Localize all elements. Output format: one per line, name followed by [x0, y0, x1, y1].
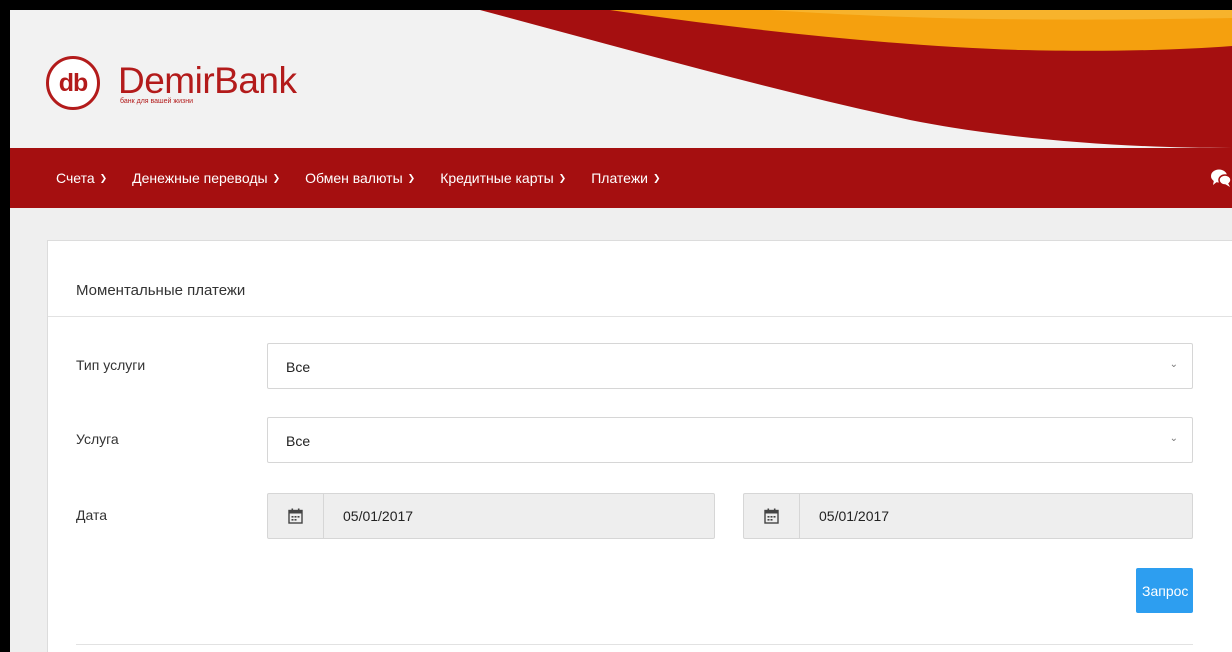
date-to-value: 05/01/2017 — [819, 508, 890, 524]
logo-tagline: банк для вашей жизни — [120, 97, 193, 105]
service-type-value: Все — [286, 359, 311, 375]
calendar-icon — [764, 508, 779, 524]
service-value: Все — [286, 433, 311, 449]
service-type-select[interactable]: Все ⌄ — [267, 343, 1193, 389]
chevron-down-icon: ❯ — [272, 172, 281, 183]
service-label: Услуга — [76, 431, 119, 447]
calendar-icon — [288, 508, 303, 524]
chevron-down-icon: ❯ — [99, 172, 108, 183]
chevron-down-icon: ❯ — [558, 172, 567, 183]
main-nav: Счета ❯ Денежные переводы ❯ Обмен валюты… — [10, 148, 1232, 208]
nav-item-label: Счета — [56, 170, 95, 186]
date-from-field[interactable]: 05/01/2017 — [267, 493, 715, 539]
nav-item-label: Платежи — [591, 170, 648, 186]
logo-name: DemirBank — [118, 59, 297, 101]
site-header: db DemirBank банк для вашей жизни — [10, 10, 1232, 148]
service-select[interactable]: Все ⌄ — [267, 417, 1193, 463]
date-from-icon-cell[interactable] — [268, 494, 324, 538]
nav-item-transfers[interactable]: Денежные переводы ❯ — [132, 170, 280, 186]
nav-item-label: Кредитные карты — [440, 170, 554, 186]
nav-item-payments[interactable]: Платежи ❯ — [591, 170, 660, 186]
instant-payments-panel: Моментальные платежи Тип услуги Все ⌄ Ус… — [47, 240, 1232, 652]
nav-item-label: Обмен валюты — [305, 170, 403, 186]
nav-item-accounts[interactable]: Счета ❯ — [56, 170, 107, 186]
divider — [76, 644, 1193, 645]
date-to-icon-cell[interactable] — [744, 494, 800, 538]
logo-text: DemirBank банк для вашей жизни — [118, 59, 297, 105]
nav-item-currency-exchange[interactable]: Обмен валюты ❯ — [305, 170, 415, 186]
logo-monogram: db — [46, 56, 100, 110]
chevron-down-icon: ⌄ — [1169, 359, 1178, 370]
service-type-label: Тип услуги — [76, 357, 146, 373]
divider — [48, 316, 1232, 317]
nav-item-label: Денежные переводы — [132, 170, 268, 186]
bank-logo[interactable]: db DemirBank банк для вашей жизни — [46, 56, 297, 110]
chevron-down-icon: ❯ — [653, 172, 661, 183]
chevron-down-icon: ⌄ — [1169, 433, 1178, 444]
nav-item-credit-cards[interactable]: Кредитные карты ❯ — [440, 170, 566, 186]
chat-bubbles-icon[interactable] — [1210, 167, 1232, 189]
date-from-value: 05/01/2017 — [343, 508, 414, 524]
date-to-field[interactable]: 05/01/2017 — [743, 493, 1193, 539]
chevron-down-icon: ❯ — [407, 172, 416, 183]
date-label: Дата — [76, 507, 108, 523]
app-frame: db DemirBank банк для вашей жизни Счета … — [10, 10, 1232, 652]
panel-title: Моментальные платежи — [76, 282, 246, 299]
submit-request-button[interactable]: Запрос — [1136, 568, 1193, 613]
